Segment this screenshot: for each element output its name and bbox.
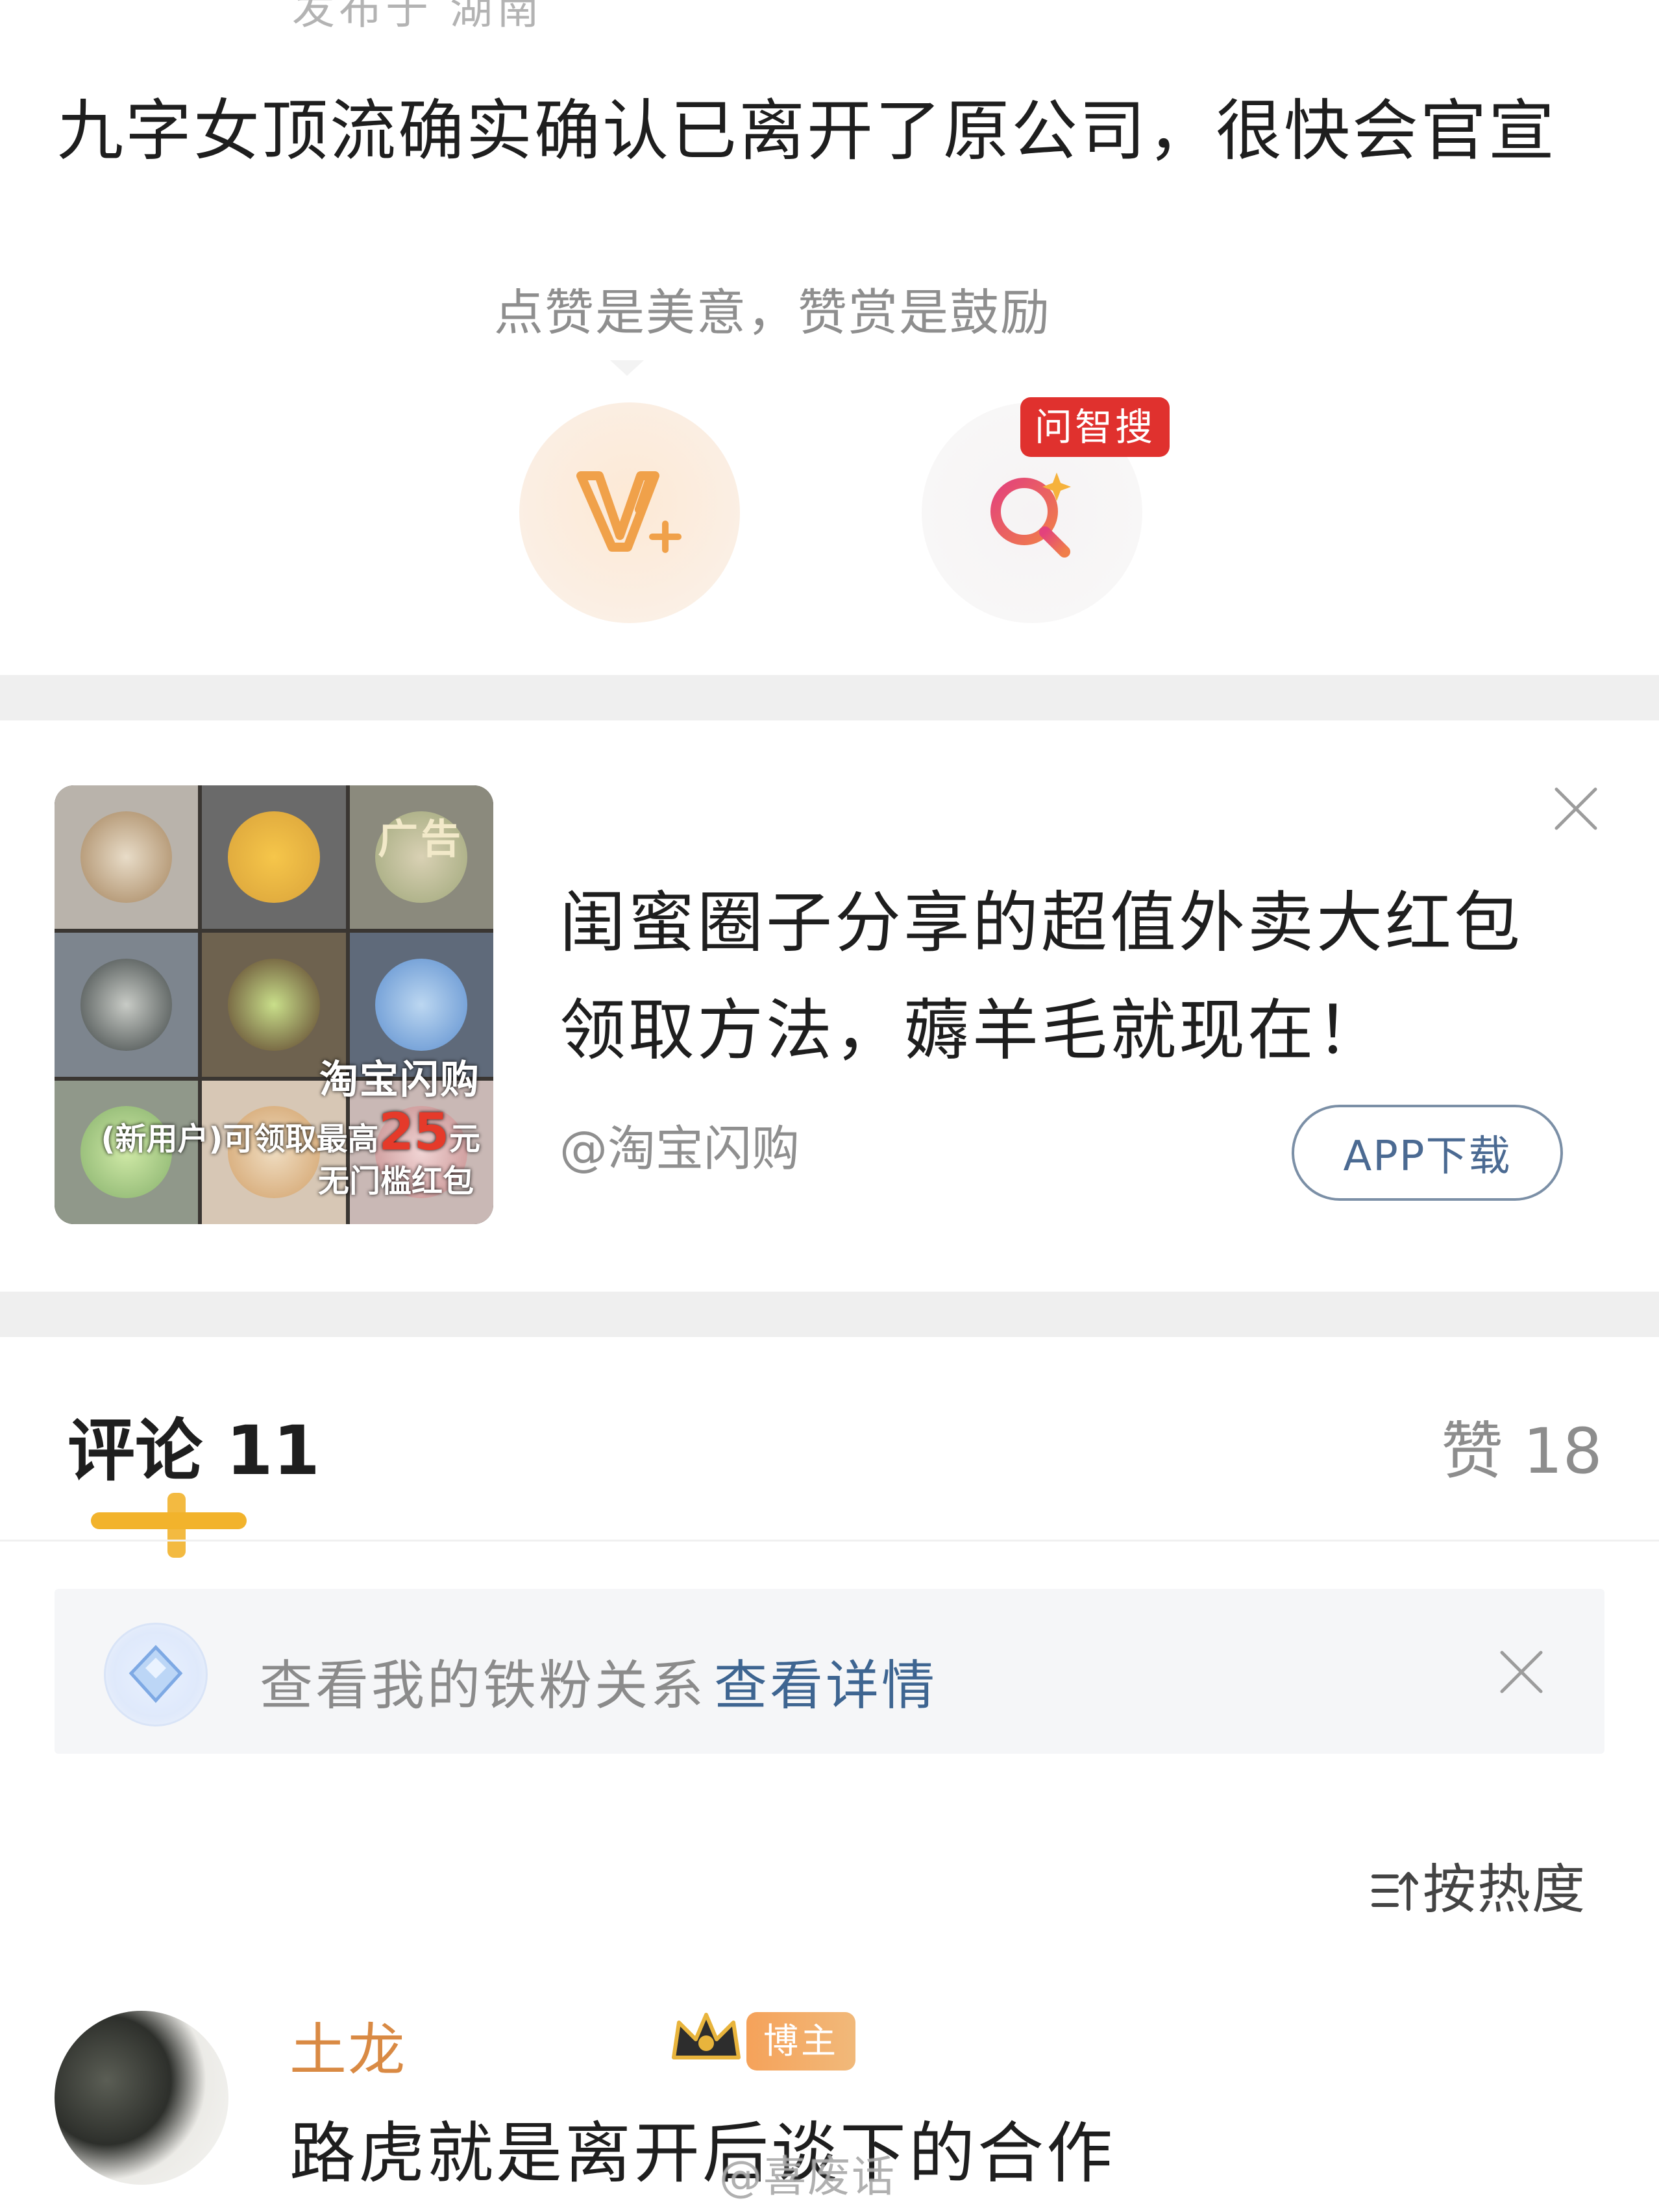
comment-text: 路虎就是离开后谈下的合作 bbox=[289, 2115, 1115, 2193]
comment-author[interactable]: 土龙 bbox=[289, 2004, 406, 2087]
reward-hint-pointer bbox=[610, 360, 644, 376]
v-plus-icon bbox=[576, 471, 682, 553]
fan-details-link[interactable]: 查看详情 bbox=[714, 1642, 937, 1719]
reward-hint: 点赞是美意，赞赏是鼓励 bbox=[494, 284, 1051, 341]
fan-relationship-text: 查看我的铁粉关系 bbox=[260, 1655, 707, 1717]
magnifier-sparkle-icon bbox=[990, 473, 1071, 558]
ad-promo-amount: 25 bbox=[378, 1103, 449, 1162]
ad-promo-prefix: (新用户)可领取最高 bbox=[101, 1121, 379, 1157]
ad-image[interactable]: 广告 淘宝闪购 (新用户)可领取最高25元 无门槛红包 bbox=[55, 785, 493, 1224]
reward-button[interactable] bbox=[519, 402, 740, 623]
close-icon[interactable] bbox=[1553, 785, 1599, 832]
sort-by-hot-button[interactable]: 按热度 bbox=[1371, 1846, 1586, 1923]
sort-label: 按热度 bbox=[1423, 1859, 1587, 1921]
avatar[interactable] bbox=[55, 2011, 228, 2185]
published-location: 发布于 湖南 bbox=[292, 0, 543, 34]
ad-label: 广告 bbox=[377, 815, 463, 863]
tab-comments[interactable]: 评论 11 bbox=[68, 1395, 320, 1493]
food-photo bbox=[55, 785, 199, 929]
author-name-obscured bbox=[415, 2006, 649, 2077]
ad-image-brand: 淘宝闪购 bbox=[319, 1057, 480, 1103]
crown-icon bbox=[672, 2013, 741, 2059]
header-divider bbox=[0, 1540, 1659, 1542]
post-text: 九字女顶流确实确认已离开了原公司，很快会官宣 bbox=[57, 93, 1556, 170]
ad-source[interactable]: @淘宝闪购 bbox=[559, 1110, 800, 1179]
ad-image-promo-line2: 无门槛红包 bbox=[317, 1163, 474, 1199]
app-download-button[interactable]: APP下载 bbox=[1292, 1105, 1563, 1201]
ad-promo-suffix: 元 bbox=[449, 1121, 480, 1157]
sort-icon bbox=[1371, 1862, 1423, 1920]
close-icon[interactable] bbox=[1498, 1649, 1545, 1695]
active-tab-indicator-mark bbox=[167, 1493, 186, 1558]
diamond-icon bbox=[104, 1623, 208, 1727]
section-divider bbox=[0, 1292, 1659, 1337]
author-role-badge: 博主 bbox=[746, 2012, 855, 2071]
ad-image-promo: (新用户)可领取最高25元 bbox=[101, 1103, 480, 1162]
food-photo bbox=[202, 785, 346, 929]
watermark: @喜废话 bbox=[719, 2152, 896, 2202]
ai-search-badge: 问智搜 bbox=[1020, 397, 1170, 457]
section-divider bbox=[0, 675, 1659, 720]
tab-likes[interactable]: 赞 18 bbox=[1441, 1401, 1603, 1491]
food-photo bbox=[55, 933, 199, 1077]
ad-title[interactable]: 闺蜜圈子分享的超值外卖大红包领取方法，薅羊毛就现在！ bbox=[559, 870, 1533, 1085]
